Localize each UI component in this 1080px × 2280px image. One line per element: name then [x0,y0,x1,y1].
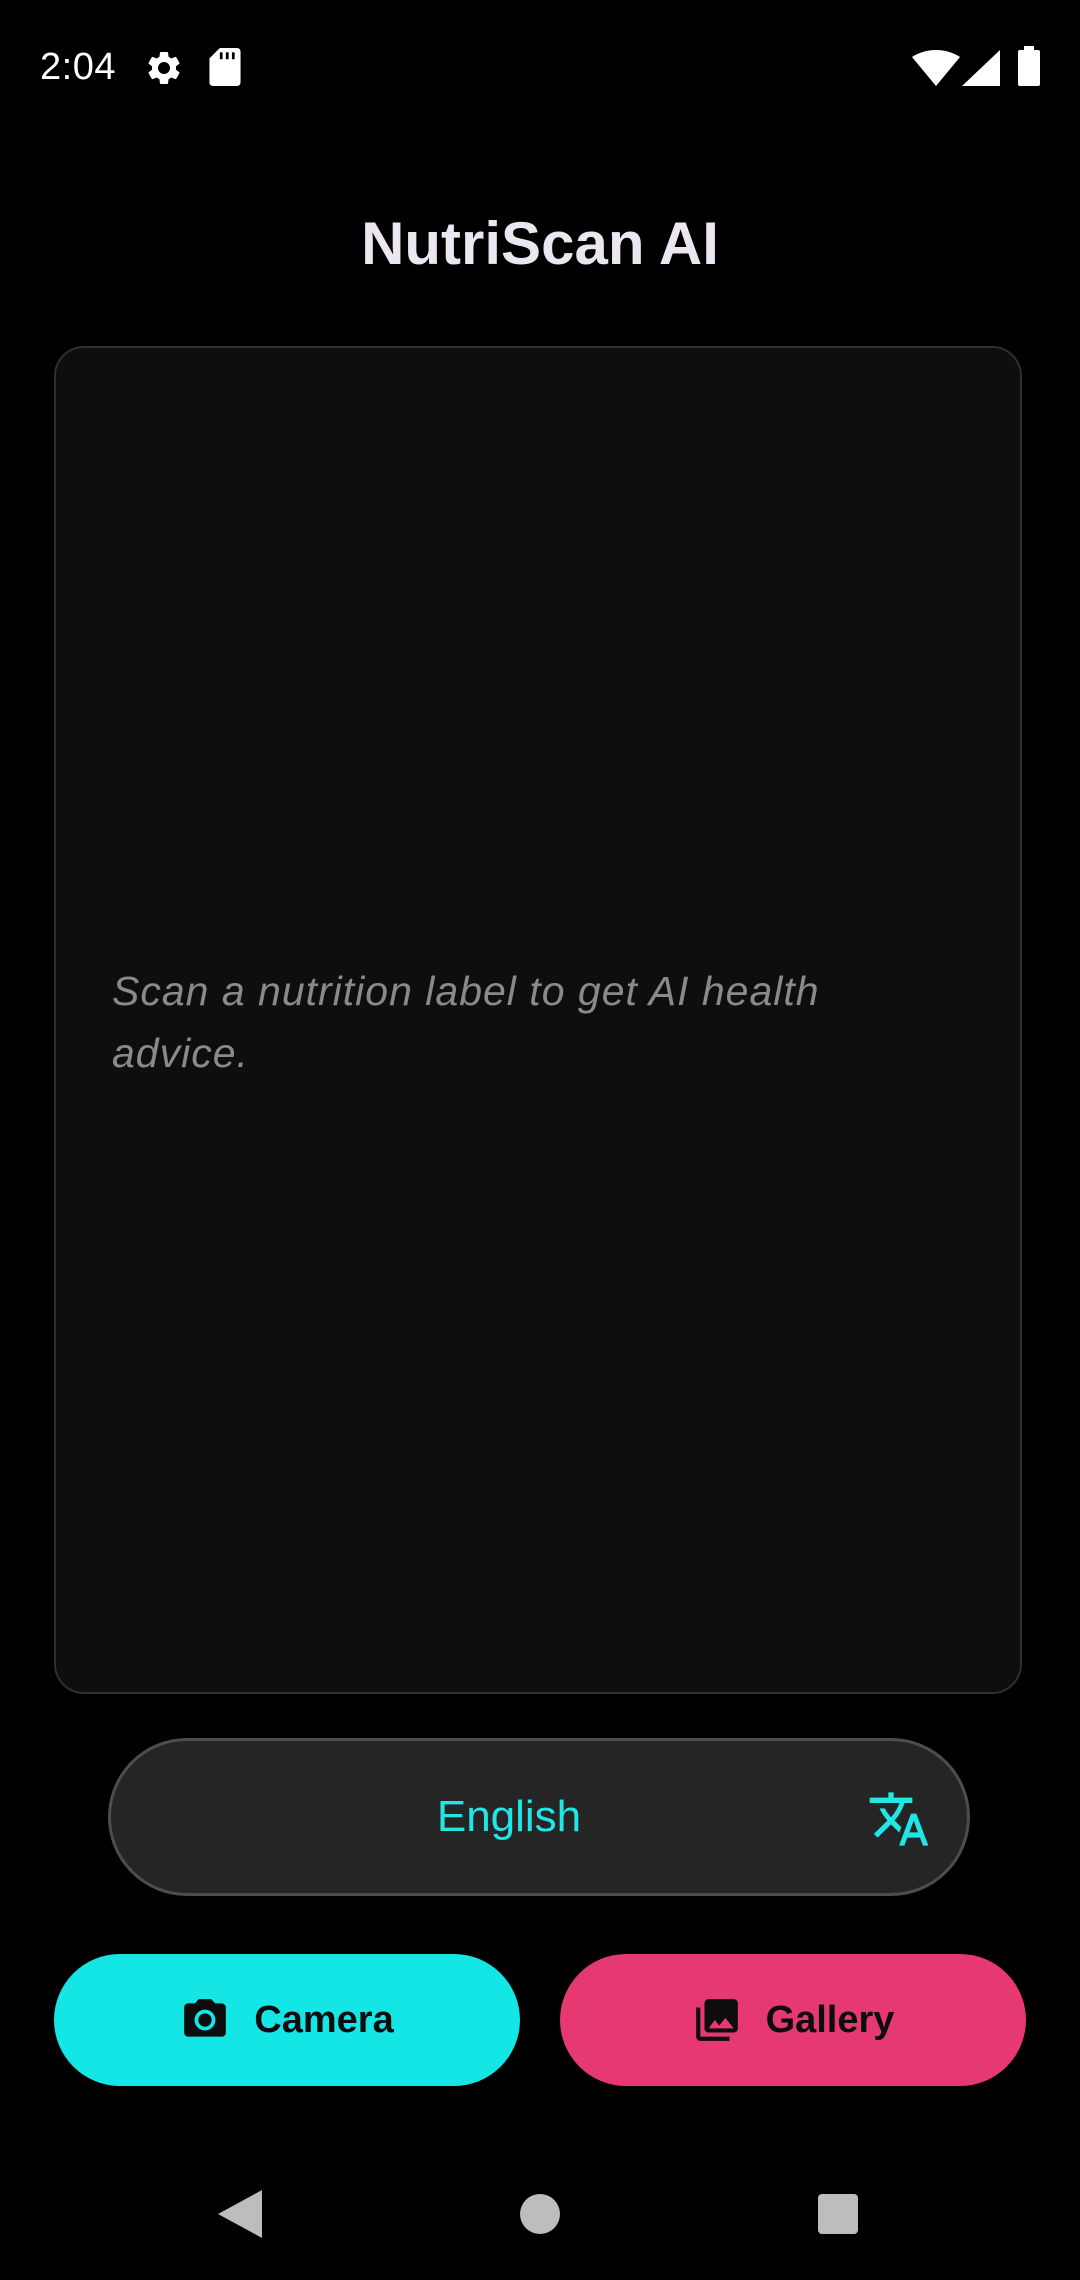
battery-icon [1018,46,1040,86]
status-bar: 2:04 [0,0,1080,134]
page-title: NutriScan AI [361,210,719,277]
language-label: English [436,1792,582,1841]
sd-card-icon [209,48,241,86]
cell-signal-icon [962,50,1000,86]
settings-icon [148,51,180,84]
translate-icon [869,1792,929,1846]
recents-icon[interactable] [818,2194,858,2234]
navigation-bar [0,2150,1080,2280]
wifi-icon [912,50,960,86]
gallery-button-label: Gallery [765,1998,895,2041]
back-icon[interactable] [218,2190,262,2238]
camera-button-label: Camera [254,1998,394,2041]
language-selector[interactable]: English [108,1738,970,1896]
camera-icon [184,1999,227,2037]
home-icon[interactable] [520,2194,560,2234]
photo-library-icon [695,1999,738,2041]
result-card: Scan a nutrition label to get AI health … [54,346,1022,1694]
status-time: 2:04 [40,46,116,88]
gallery-button[interactable]: Gallery [560,1954,1026,2086]
camera-button[interactable]: Camera [54,1954,520,2086]
result-placeholder-text: Scan a nutrition label to get AI health … [112,968,820,1076]
